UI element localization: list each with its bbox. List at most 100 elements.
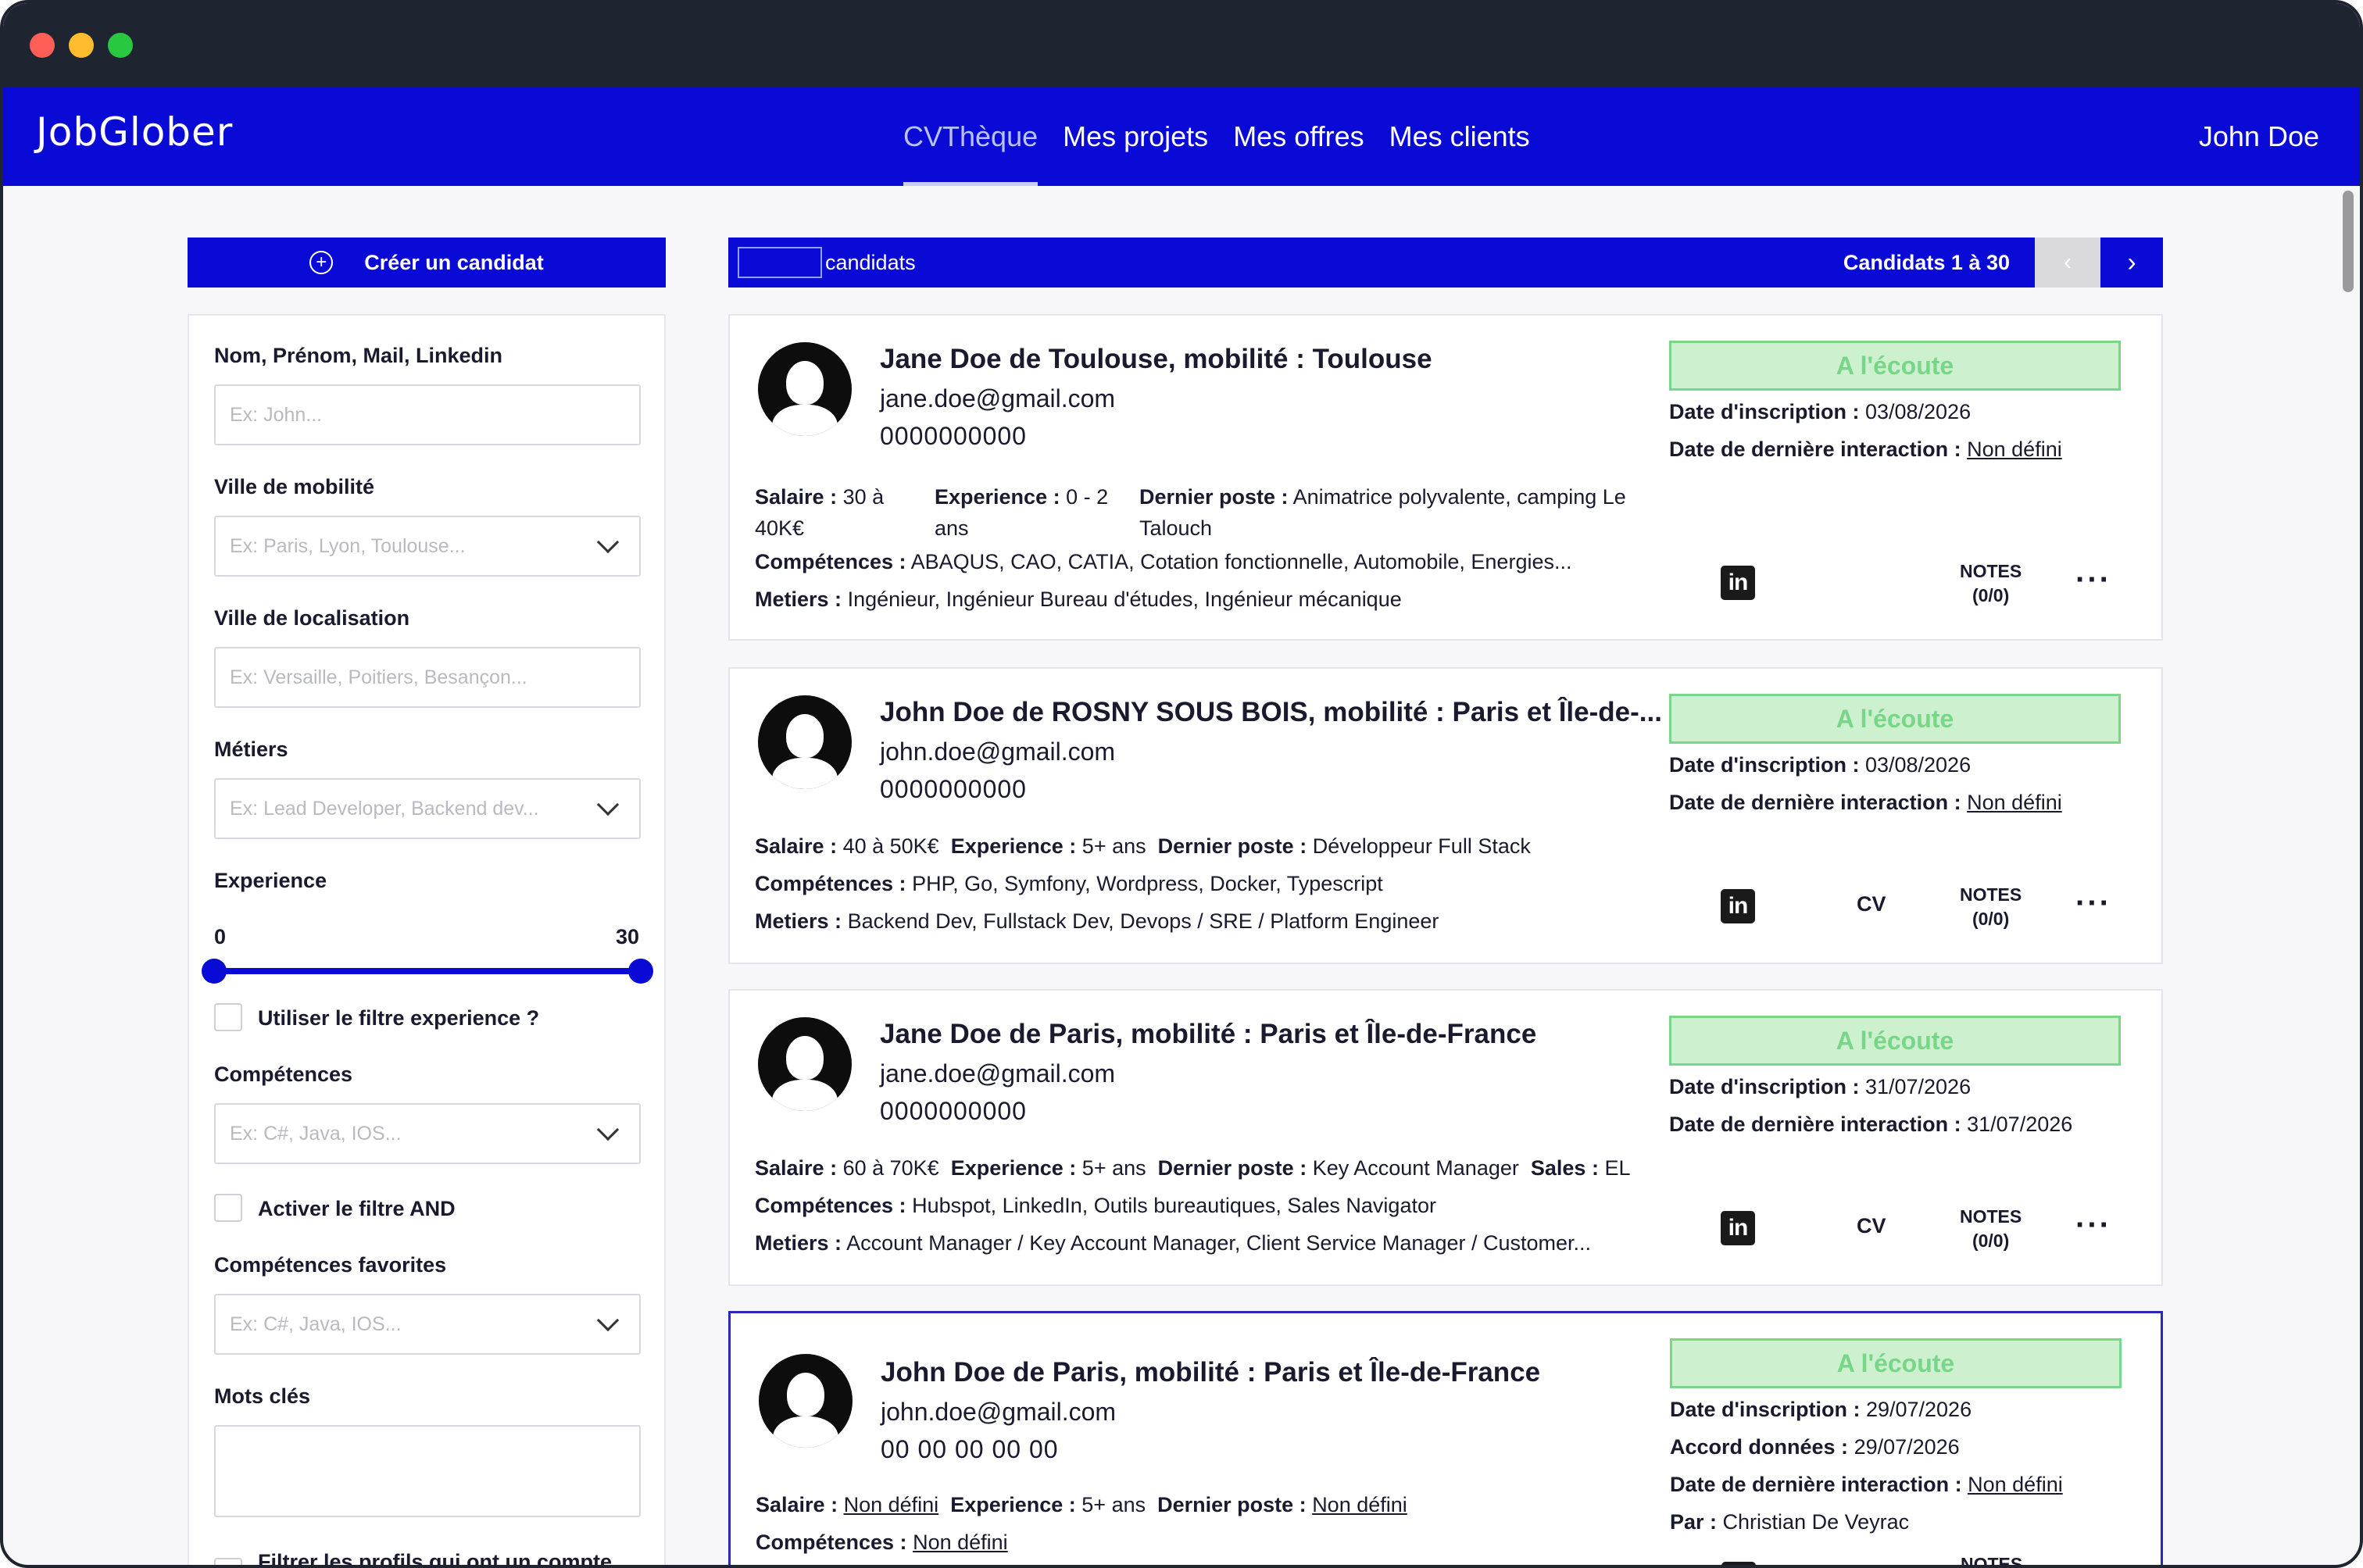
status-badge: A l'écoute [1669, 341, 2121, 391]
pagination-prev-button[interactable]: ‹ [2035, 238, 2100, 288]
last-interaction-date: Date de dernière interaction : Non défin… [1669, 791, 2062, 814]
candidates-count-box[interactable] [738, 247, 822, 278]
location-filter-input[interactable]: Ex: Versaille, Poitiers, Besançon... [214, 647, 641, 708]
maximize-window-button[interactable] [108, 33, 133, 58]
candidate-card[interactable]: Jane Doe de Toulouse, mobilité : Toulous… [728, 314, 2163, 641]
location-filter-label: Ville de localisation [214, 606, 410, 630]
notes-button[interactable]: NOTES [1961, 1552, 2022, 1565]
candidate-name[interactable]: Jane Doe de Paris, mobilité : Paris et Î… [880, 1019, 1536, 1050]
keywords-filter-label: Mots clés [214, 1384, 311, 1408]
account-filter-checkbox[interactable] [214, 1558, 242, 1565]
candidates-list-header: candidats Candidats 1 à 30 ‹ › [728, 238, 2163, 288]
status-badge: A l'écoute [1670, 1338, 2122, 1388]
candidate-phone: 0000000000 [880, 775, 1027, 803]
notes-button[interactable]: NOTES (0/0) [1960, 1205, 2022, 1253]
notes-button[interactable]: NOTES (0/0) [1960, 883, 2022, 931]
last-interaction-date: Date de dernière interaction : Non défin… [1670, 1473, 2063, 1496]
top-navbar: JobGlober CVThèque Mes projets Mes offre… [3, 88, 2360, 186]
candidate-email: john.doe@gmail.com [880, 738, 1116, 766]
more-options-icon[interactable]: ··· [2075, 564, 2111, 595]
minimize-window-button[interactable] [69, 33, 94, 58]
pagination-next-button[interactable]: › [2100, 238, 2163, 288]
data-agreement-date: Accord données : 29/07/2026 [1670, 1435, 1960, 1459]
linkedin-icon[interactable]: in [1721, 566, 1755, 600]
fav-skills-filter-select[interactable]: Ex: C#, Java, IOS... [214, 1294, 641, 1355]
app-logo[interactable]: JobGlober [36, 109, 233, 155]
logo-text: JobGlober [36, 109, 234, 155]
fav-skills-filter-label: Compétences favorites [214, 1253, 447, 1277]
experience-max-value: 30 [615, 925, 639, 948]
mobility-filter-select[interactable]: Ex: Paris, Lyon, Toulouse... [214, 516, 641, 577]
last-interaction-link[interactable]: Non défini [1967, 438, 2062, 461]
experience-filter-checkbox[interactable] [214, 1003, 242, 1031]
candidate-card-selected[interactable]: John Doe de Paris, mobilité : Paris et Î… [728, 1311, 2163, 1565]
candidate-card[interactable]: John Doe de ROSNY SOUS BOIS, mobilité : … [728, 667, 2163, 964]
close-window-button[interactable] [30, 33, 55, 58]
name-filter-input[interactable]: Ex: John... [214, 384, 641, 445]
create-candidate-button[interactable]: + Créer un candidat [188, 238, 666, 288]
registration-date: Date d'inscription : 29/07/2026 [1670, 1398, 1972, 1421]
skills-filter-select[interactable]: Ex: C#, Java, IOS... [214, 1103, 641, 1164]
keywords-textarea[interactable] [214, 1425, 641, 1517]
skills-placeholder: Ex: C#, Java, IOS... [230, 1122, 402, 1145]
candidate-jobs: Metiers : Backend Dev, Fullstack Dev, De… [755, 909, 1439, 933]
user-menu[interactable]: John Doe [2199, 88, 2319, 186]
registration-date: Date d'inscription : 03/08/2026 [1669, 753, 1972, 777]
experience-filter-checkbox-label: Utiliser le filtre experience ? [258, 1006, 540, 1030]
nav-tab-offres[interactable]: Mes offres [1233, 88, 1364, 186]
cv-button[interactable]: CV [1857, 1214, 1886, 1238]
nav-tab-cvtheque[interactable]: CVThèque [903, 88, 1039, 186]
experience-slider-track[interactable] [214, 968, 641, 974]
linkedin-icon[interactable]: in [1721, 889, 1755, 923]
status-badge: A l'écoute [1669, 1016, 2121, 1066]
plus-circle-icon: + [309, 251, 334, 274]
status-badge: A l'écoute [1669, 694, 2121, 744]
pagination-range: Candidats 1 à 30 [1843, 250, 2010, 274]
last-interaction-date: Date de dernière interaction : 31/07/202… [1669, 1113, 2073, 1136]
skills-filter-label: Compétences [214, 1063, 353, 1086]
candidate-jobs: Metiers : Ingénieur, Ingénieur Bureau d'… [755, 588, 1402, 611]
experience-slider-max-handle[interactable] [628, 959, 653, 984]
linkedin-icon[interactable]: in [1721, 1562, 1756, 1565]
last-interaction-link[interactable]: Non défini [1968, 1473, 2063, 1496]
assigned-by: Par : Christian De Veyrac [1670, 1510, 1910, 1534]
more-options-icon[interactable]: ··· [2075, 888, 2111, 919]
chevron-down-icon [596, 1118, 620, 1141]
nav-tab-projets[interactable]: Mes projets [1063, 88, 1208, 186]
jobs-placeholder: Ex: Lead Developer, Backend dev... [230, 797, 539, 820]
chevron-down-icon [596, 1309, 620, 1332]
chevron-down-icon [596, 793, 620, 816]
last-interaction-link[interactable]: Non défini [1967, 791, 2062, 814]
linkedin-icon[interactable]: in [1721, 1211, 1755, 1245]
notes-button[interactable]: NOTES (0/0) [1960, 559, 2022, 608]
candidate-last-job: Dernier poste : Animatrice polyvalente, … [1139, 485, 1626, 540]
mobility-filter-label: Ville de mobilité [214, 475, 375, 498]
candidate-name[interactable]: John Doe de Paris, mobilité : Paris et Î… [881, 1357, 1540, 1388]
and-filter-checkbox[interactable] [214, 1194, 242, 1222]
main-nav: CVThèque Mes projets Mes offres Mes clie… [903, 88, 1555, 186]
cv-button[interactable]: CV [1857, 892, 1886, 916]
page-scrollbar[interactable] [2343, 191, 2354, 292]
avatar [758, 1017, 852, 1111]
candidate-skills: Compétences : PHP, Go, Symfony, Wordpres… [755, 872, 1383, 895]
create-candidate-label: Créer un candidat [364, 250, 544, 274]
account-filter-checkbox-label: Filtrer les profils qui ont un compte [258, 1550, 613, 1568]
candidates-count-label: candidats [825, 250, 916, 274]
candidate-phone: 00 00 00 00 00 [881, 1435, 1059, 1463]
candidate-name[interactable]: Jane Doe de Toulouse, mobilité : Toulous… [880, 344, 1432, 375]
candidate-name[interactable]: John Doe de ROSNY SOUS BOIS, mobilité : … [880, 697, 1662, 728]
experience-filter-label: Experience [214, 869, 327, 892]
candidate-summary-line: Salaire : 60 à 70K€ Experience : 5+ ans … [755, 1156, 1631, 1180]
candidate-phone: 0000000000 [880, 1097, 1027, 1125]
candidate-card[interactable]: Jane Doe de Paris, mobilité : Paris et Î… [728, 989, 2163, 1286]
more-options-icon[interactable]: ··· [2075, 1209, 2111, 1241]
candidate-email: jane.doe@gmail.com [880, 384, 1116, 413]
experience-slider-min-handle[interactable] [202, 959, 227, 984]
candidate-jobs: Metiers : Account Manager / Key Account … [755, 1231, 1592, 1255]
fav-skills-placeholder: Ex: C#, Java, IOS... [230, 1313, 402, 1335]
jobs-filter-select[interactable]: Ex: Lead Developer, Backend dev... [214, 778, 641, 839]
candidate-summary-line: Salaire : 40 à 50K€ Experience : 5+ ans … [755, 834, 1531, 858]
registration-date: Date d'inscription : 03/08/2026 [1669, 400, 1972, 423]
nav-tab-clients[interactable]: Mes clients [1389, 88, 1530, 186]
filters-panel: Nom, Prénom, Mail, Linkedin Ex: John... … [188, 314, 666, 1568]
